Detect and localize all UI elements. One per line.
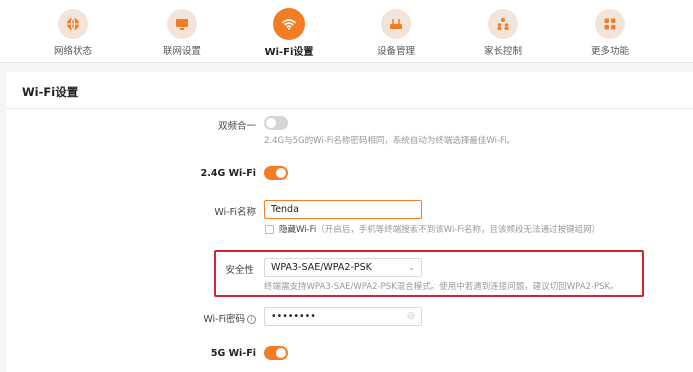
security-highlight-box xyxy=(214,250,644,297)
wifi-settings-panel: Wi-Fi设置 双频合一 2.4G与5G的Wi-Fi名称密码相同，系统自动为终端… xyxy=(6,72,693,372)
hide-wifi-checkbox[interactable] xyxy=(265,225,274,234)
eye-icon[interactable]: ◎ xyxy=(407,308,415,325)
dual-band-hint: 2.4G与5G的Wi-Fi名称密码相同，系统自动为终端选择最佳Wi-Fi。 xyxy=(264,136,516,146)
wifi-password-value: •••••••• xyxy=(271,311,316,322)
nav-label: Wi-Fi设置 xyxy=(264,47,314,58)
dual-band-toggle[interactable] xyxy=(264,116,288,130)
nav-item-more-features[interactable]: 更多功能 xyxy=(570,9,650,57)
family-icon xyxy=(488,9,518,39)
wifi-password-label: Wi-Fi密码 i xyxy=(136,311,256,325)
router-icon xyxy=(381,9,411,39)
wifi-password-label-text: Wi-Fi密码 xyxy=(203,314,245,325)
globe-icon xyxy=(58,9,88,39)
hide-wifi-label: 隐藏Wi-Fi xyxy=(279,225,317,235)
nav-item-parental-control[interactable]: 家长控制 xyxy=(463,9,543,57)
nav-item-device-management[interactable]: 设备管理 xyxy=(356,9,436,57)
wifi-icon xyxy=(273,8,305,40)
hide-wifi-hint: （开启后，手机等终端搜索不到该Wi-Fi名称，且该频段无法通过按键组网） xyxy=(316,225,601,235)
dual-band-label: 双频合一 xyxy=(217,121,256,132)
nav-item-wifi-settings[interactable]: Wi-Fi设置 xyxy=(249,8,329,58)
wifi-name-input[interactable]: Tenda xyxy=(264,200,422,219)
nav-label: 家长控制 xyxy=(483,46,522,57)
wifi-name-label: Wi-Fi名称 xyxy=(214,207,256,218)
nav-label: 设备管理 xyxy=(376,46,415,57)
wifi-24g-label: 2.4G Wi-Fi xyxy=(200,168,256,179)
section-title: Wi-Fi设置 xyxy=(22,85,79,99)
wifi-24g-toggle[interactable] xyxy=(264,166,288,180)
divider xyxy=(6,108,693,109)
nav-label: 网络状态 xyxy=(53,46,92,57)
wifi-5g-label: 5G Wi-Fi xyxy=(210,348,256,359)
info-icon[interactable]: i xyxy=(247,315,256,324)
nav-label: 联网设置 xyxy=(162,46,201,57)
hide-wifi-text: 隐藏Wi-Fi（开启后，手机等终端搜索不到该Wi-Fi名称，且该频段无法通过按键… xyxy=(279,223,600,235)
wifi-password-input[interactable]: •••••••• ◎ xyxy=(264,307,422,326)
monitor-icon xyxy=(167,9,197,39)
top-navigation: 网络状态 联网设置 Wi-Fi设置 设备管理 家长控制 更多功能 xyxy=(0,0,693,63)
nav-item-internet-settings[interactable]: 联网设置 xyxy=(142,9,222,57)
grid-icon xyxy=(595,9,625,39)
nav-item-network-status[interactable]: 网络状态 xyxy=(33,9,113,57)
nav-label: 更多功能 xyxy=(590,46,629,57)
wifi-5g-toggle[interactable] xyxy=(264,346,288,360)
